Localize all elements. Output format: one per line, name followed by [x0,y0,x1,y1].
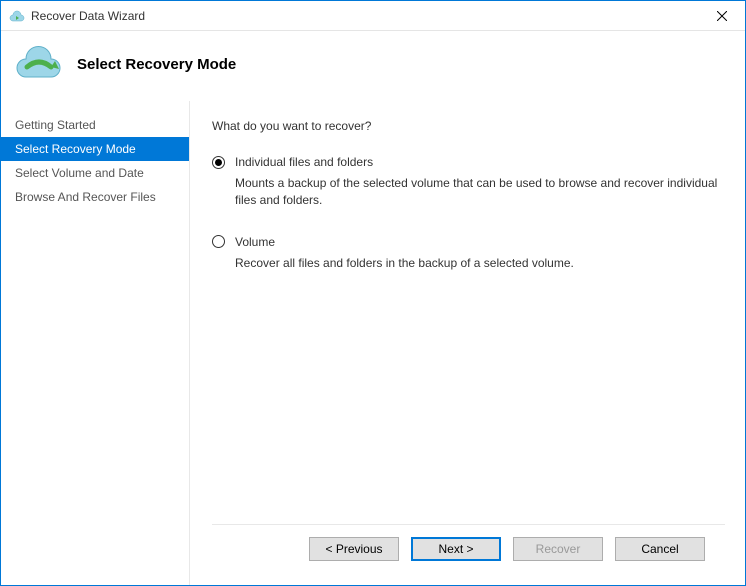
radio-individual-files[interactable] [212,156,225,169]
wizard-steps-sidebar: Getting Started Select Recovery Mode Sel… [1,101,189,585]
wizard-content: What do you want to recover? Individual … [189,101,745,585]
recovery-prompt: What do you want to recover? [212,119,725,133]
cancel-button[interactable]: Cancel [615,537,705,561]
wizard-footer: < Previous Next > Recover Cancel [212,524,725,575]
next-button[interactable]: Next > [411,537,501,561]
title-bar: Recover Data Wizard [1,1,745,31]
option-description: Recover all files and folders in the bac… [235,255,725,272]
sidebar-item-browse-and-recover-files[interactable]: Browse And Recover Files [1,185,189,209]
sidebar-item-select-volume-and-date[interactable]: Select Volume and Date [1,161,189,185]
cloud-recovery-icon [9,39,69,89]
option-label: Volume [235,235,275,249]
sidebar-item-select-recovery-mode[interactable]: Select Recovery Mode [1,137,189,161]
close-icon [717,11,727,21]
recover-button: Recover [513,537,603,561]
sidebar-item-getting-started[interactable]: Getting Started [1,113,189,137]
wizard-body: Getting Started Select Recovery Mode Sel… [1,101,745,585]
option-header: Individual files and folders [212,155,725,169]
radio-volume[interactable] [212,235,225,248]
option-individual-files[interactable]: Individual files and folders Mounts a ba… [212,155,725,209]
previous-button[interactable]: < Previous [309,537,399,561]
option-description: Mounts a backup of the selected volume t… [235,175,725,209]
wizard-header: Select Recovery Mode [1,31,745,101]
page-title: Select Recovery Mode [77,56,236,73]
cloud-icon [9,8,25,24]
option-volume[interactable]: Volume Recover all files and folders in … [212,235,725,272]
option-header: Volume [212,235,725,249]
option-label: Individual files and folders [235,155,373,169]
content-inner: What do you want to recover? Individual … [212,119,725,524]
window-title: Recover Data Wizard [31,9,707,23]
close-button[interactable] [707,1,737,31]
